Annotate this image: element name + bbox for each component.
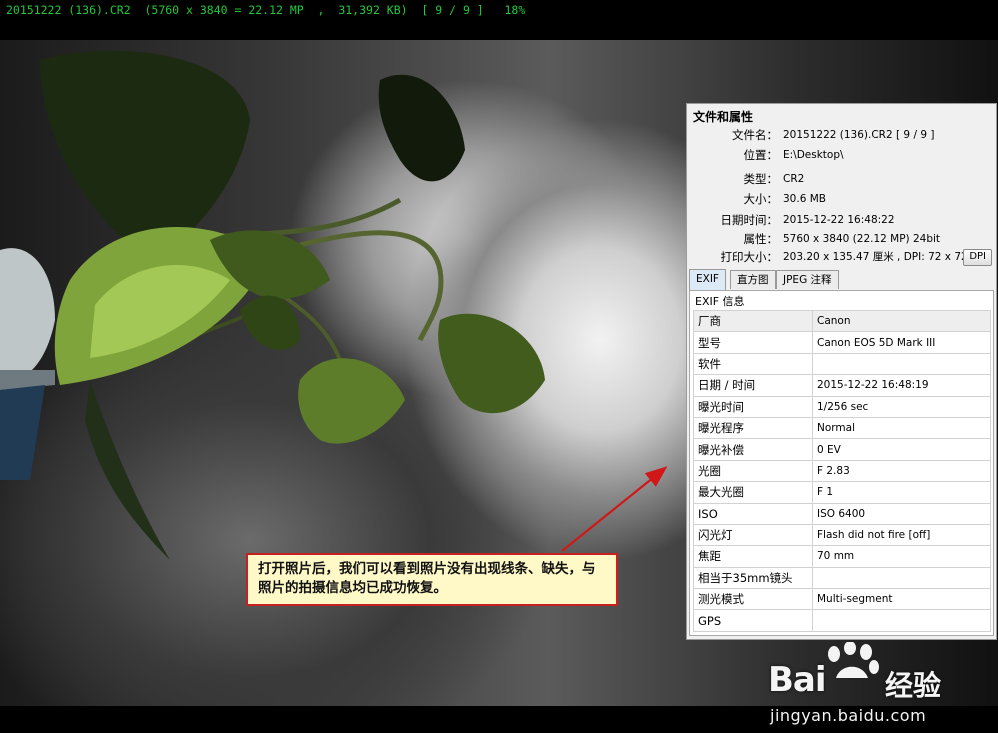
exif-info-header: EXIF 信息 <box>695 295 745 308</box>
exif-row[interactable]: 型号 Canon EOS 5D Mark III <box>693 331 991 354</box>
prop-value: 20151222 (136).CR2 [ 9 / 9 ] <box>783 129 935 141</box>
exif-key: GPS <box>693 609 813 632</box>
image-info-status: 20151222 (136).CR2 (5760 x 3840 = 22.12 … <box>6 3 526 17</box>
exif-info-box: EXIF 信息 厂商 Canon 型号 Canon EOS 5D Mark III 软件… <box>689 290 994 636</box>
prop-key: 属性： <box>743 232 779 246</box>
exif-row[interactable]: 相当于35mm镜头 <box>693 566 991 590</box>
prop-value: E:\Desktop\ <box>783 149 844 161</box>
exif-value <box>812 352 991 376</box>
exif-row[interactable]: 曝光程序 Normal <box>693 416 991 440</box>
exif-key: 闪光灯 <box>693 523 813 547</box>
exif-value: Normal <box>812 416 991 440</box>
prop-value: 203.20 x 135.47 厘米 , DPI: 72 x 72 <box>783 251 968 263</box>
exif-key: 曝光程序 <box>693 416 813 440</box>
prop-datetime: 日期时间： 2015-12-22 16:48:22 <box>687 211 996 229</box>
prop-key: 文件名： <box>732 128 778 142</box>
annotation-callout: 打开照片后，我们可以看到照片没有出现线条、缺失，与照片的拍摄信息均已成功恢复。 <box>246 553 618 606</box>
watermark-brand-suffix: 经验 <box>885 669 942 702</box>
prop-key: 类型： <box>743 172 779 186</box>
prop-type: 类型： CR2 <box>687 170 996 188</box>
exif-row[interactable]: 软件 <box>693 352 991 376</box>
prop-value: CR2 <box>783 173 805 185</box>
exif-value: F 2.83 <box>812 459 991 483</box>
exif-value: Flash did not fire [off] <box>812 523 991 547</box>
exif-value: 0 EV <box>812 438 991 461</box>
exif-value: 1/256 sec <box>812 395 991 418</box>
watermark-url: jingyan.baidu.com <box>770 706 927 725</box>
exif-value: F 1 <box>812 481 991 504</box>
file-properties-panel: 文件和属性 文件名： 20151222 (136).CR2 [ 9 / 9 ] … <box>686 103 997 640</box>
prop-value: 2015-12-22 16:48:22 <box>783 214 895 226</box>
exif-key: 最大光圈 <box>693 481 813 504</box>
exif-value: 2015-12-22 16:48:19 <box>812 374 991 397</box>
exif-key: 光圈 <box>693 459 813 483</box>
watermark-brand: Bai <box>768 660 827 700</box>
prop-location: 位置： E:\Desktop\ <box>687 146 996 164</box>
exif-row[interactable]: GPS <box>693 609 991 632</box>
exif-row[interactable]: ISO ISO 6400 <box>693 502 991 525</box>
exif-key: 软件 <box>693 352 813 376</box>
exif-row[interactable]: 光圈 F 2.83 <box>693 459 991 483</box>
exif-key: 日期 / 时间 <box>693 374 813 397</box>
prop-value: 5760 x 3840 (22.12 MP) 24bit <box>783 233 941 245</box>
exif-key: 曝光补偿 <box>693 438 813 461</box>
prop-key: 日期时间： <box>720 213 779 227</box>
exif-key: 型号 <box>693 331 813 354</box>
prop-print-size: 打印大小： 203.20 x 135.47 厘米 , DPI: 72 x 72 … <box>687 248 996 266</box>
exif-value: 70 mm <box>812 545 991 568</box>
prop-key: 大小： <box>743 192 779 206</box>
exif-key: 焦距 <box>693 545 813 568</box>
prop-value: 30.6 MB <box>783 193 826 205</box>
exif-key: 相当于35mm镜头 <box>693 566 813 590</box>
baidu-jingyan-watermark: Bai 经验 jingyan.baidu.com <box>760 640 998 733</box>
exif-row[interactable]: 曝光补偿 0 EV <box>693 438 991 461</box>
exif-value: Multi-segment <box>812 588 991 611</box>
tab-jpeg-comment[interactable]: JPEG 注释 <box>776 270 839 289</box>
exif-key: 厂商 <box>693 309 813 333</box>
prop-key: 打印大小： <box>720 250 779 264</box>
exif-row[interactable]: 闪光灯 Flash did not fire [off] <box>693 523 991 547</box>
exif-value <box>812 609 991 632</box>
exif-table: 厂商 Canon 型号 Canon EOS 5D Mark III 软件 日期 / 时间 2… <box>693 309 991 632</box>
exif-key: 曝光时间 <box>693 395 813 418</box>
tab-histogram[interactable]: 直方图 <box>730 270 776 289</box>
paw-icon <box>828 642 879 678</box>
exif-row[interactable]: 最大光圈 F 1 <box>693 481 991 504</box>
exif-key: 测光模式 <box>693 588 813 611</box>
exif-value: ISO 6400 <box>812 502 991 525</box>
exif-row[interactable]: 曝光时间 1/256 sec <box>693 395 991 418</box>
exif-row[interactable]: 焦距 70 mm <box>693 545 991 568</box>
exif-row[interactable]: 测光模式 Multi-segment <box>693 588 991 611</box>
dpi-button[interactable]: DPI <box>963 249 992 266</box>
prop-key: 位置： <box>743 148 779 162</box>
exif-value <box>812 566 991 590</box>
tab-exif[interactable]: EXIF <box>689 269 726 290</box>
exif-value: Canon EOS 5D Mark III <box>812 331 991 354</box>
exif-row[interactable]: 厂商 Canon <box>693 309 991 333</box>
exif-value: Canon <box>812 309 991 333</box>
prop-attributes: 属性： 5760 x 3840 (22.12 MP) 24bit <box>687 230 996 248</box>
prop-size: 大小： 30.6 MB <box>687 190 996 208</box>
prop-filename: 文件名： 20151222 (136).CR2 [ 9 / 9 ] <box>687 126 996 144</box>
exif-row[interactable]: 日期 / 时间 2015-12-22 16:48:19 <box>693 374 991 397</box>
panel-title: 文件和属性 <box>693 110 754 124</box>
exif-key: ISO <box>693 502 813 525</box>
